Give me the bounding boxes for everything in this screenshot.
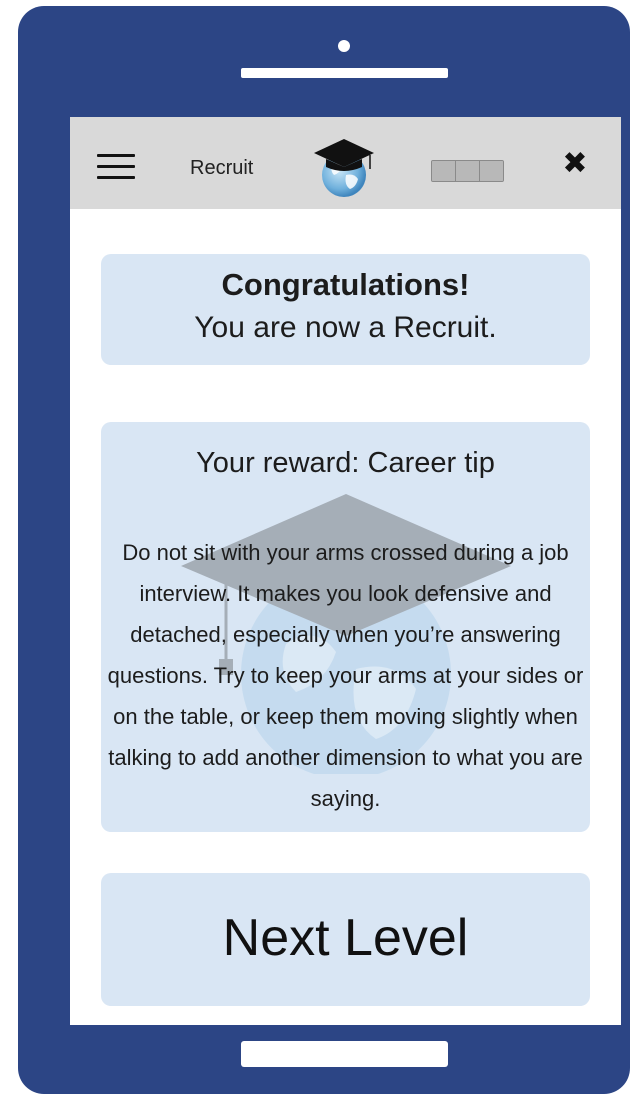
level-progress-bar bbox=[431, 160, 504, 182]
camera-dot bbox=[338, 40, 350, 52]
congratulations-title: Congratulations! bbox=[221, 267, 470, 302]
phone-frame: Recruit ✖ Congratulations! You are now a… bbox=[18, 6, 630, 1094]
reward-card: Your reward: Career tip Do not sit with … bbox=[101, 422, 590, 832]
app-screen: Recruit ✖ Congratulations! You are now a… bbox=[70, 117, 621, 1025]
home-button[interactable] bbox=[241, 1041, 448, 1067]
next-level-label: Next Level bbox=[222, 909, 469, 967]
graduation-cap-globe-icon bbox=[314, 139, 374, 197]
progress-segment bbox=[432, 161, 456, 181]
career-tip-text: Do not sit with your arms crossed during… bbox=[107, 540, 584, 811]
reward-title: Your reward: Career tip bbox=[196, 447, 495, 479]
header-bar: Recruit ✖ bbox=[70, 117, 621, 209]
level-label: Recruit bbox=[190, 157, 254, 179]
progress-segment bbox=[456, 161, 480, 181]
close-icon[interactable]: ✖ bbox=[558, 147, 592, 181]
hamburger-menu-icon[interactable] bbox=[97, 154, 135, 181]
speaker-slot bbox=[241, 68, 448, 78]
congratulations-card: Congratulations! You are now a Recruit. bbox=[101, 254, 590, 365]
congratulations-subtitle: You are now a Recruit. bbox=[194, 311, 497, 344]
next-level-button[interactable]: Next Level bbox=[101, 873, 590, 1006]
progress-segment bbox=[480, 161, 503, 181]
